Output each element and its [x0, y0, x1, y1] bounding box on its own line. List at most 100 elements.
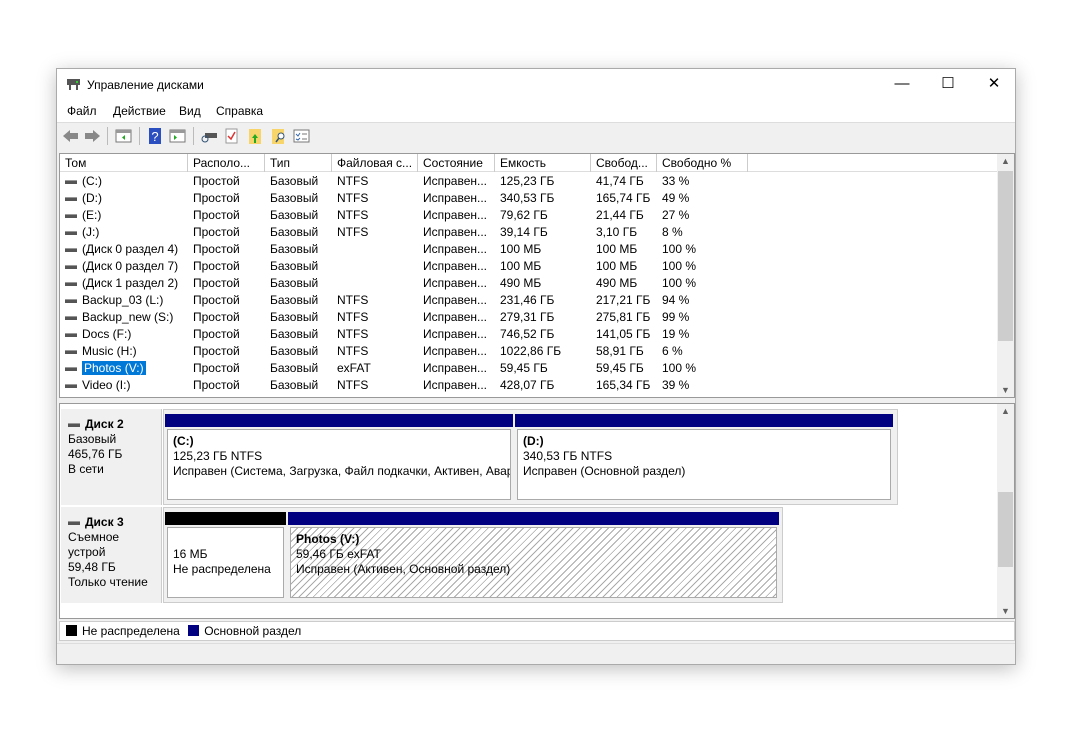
- cell-volume: (C:): [65, 174, 102, 188]
- volume-list-scrollbar[interactable]: ▲ ▼: [997, 154, 1014, 397]
- column-header-filesystem[interactable]: Файловая с...: [332, 154, 418, 172]
- cell: Исправен...: [423, 174, 488, 188]
- help-icon[interactable]: ?: [147, 128, 164, 144]
- cell: 340,53 ГБ: [500, 191, 555, 205]
- cell: Базовый: [270, 259, 319, 273]
- cell: Базовый: [270, 361, 319, 375]
- volume-row[interactable]: Backup_new (S:) Простой Базовый NTFS Исправе…: [60, 309, 998, 326]
- cell: 58,91 ГБ: [596, 344, 644, 358]
- cell: Исправен...: [423, 310, 488, 324]
- volume-row[interactable]: (J:) Простой Базовый NTFS Исправен... 39,14 Г…: [60, 224, 998, 241]
- cell: 165,34 ГБ: [596, 378, 651, 392]
- cell-volume: Video (I:): [65, 378, 130, 392]
- close-button[interactable]: ✕: [971, 69, 1017, 99]
- cell: 1022,86 ГБ: [500, 344, 562, 358]
- volume-row[interactable]: (Диск 1 раздел 2) Простой Базовый Исправен.…: [60, 275, 998, 292]
- action-pane-icon[interactable]: [169, 128, 186, 144]
- partition-c[interactable]: (C:) 125,23 ГБ NTFS Исправен (Система, Заг…: [165, 414, 513, 502]
- cell: Простой: [193, 259, 240, 273]
- cell: exFAT: [337, 361, 371, 375]
- minimize-button[interactable]: —: [879, 69, 925, 99]
- folder-search-icon[interactable]: [270, 128, 287, 144]
- menu-file[interactable]: Файл: [67, 104, 97, 118]
- back-icon[interactable]: [62, 128, 79, 144]
- cell: Исправен...: [423, 276, 488, 290]
- cell: 79,62 ГБ: [500, 208, 548, 222]
- disk-management-icon: [67, 79, 80, 90]
- cell: Исправен...: [423, 378, 488, 392]
- cell: 100 %: [662, 242, 697, 256]
- cell: Базовый: [270, 191, 319, 205]
- volume-row[interactable]: (E:) Простой Базовый NTFS Исправен... 79,62 Г…: [60, 207, 998, 224]
- volume-icon: [65, 281, 77, 286]
- volume-row[interactable]: Docs (F:) Простой Базовый NTFS Исправен... 74…: [60, 326, 998, 343]
- volume-row[interactable]: Photos (V:) Простой Базовый exFAT Исправен..…: [60, 360, 998, 377]
- status-bar: [57, 643, 1015, 664]
- volume-row[interactable]: (D:) Простой Базовый NTFS Исправен... 340,53 …: [60, 190, 998, 207]
- partition-photos[interactable]: Photos (V:) 59,46 ГБ exFAT Исправен (Актив…: [288, 512, 779, 600]
- cell: 100 МБ: [596, 259, 638, 273]
- cell: Простой: [193, 310, 240, 324]
- cell: Исправен...: [423, 225, 488, 239]
- check-icon[interactable]: [223, 128, 240, 144]
- unallocated-space[interactable]: 16 МБ Не распределена: [165, 512, 286, 600]
- connect-disk-icon[interactable]: [201, 128, 218, 144]
- toolbar: ?: [57, 122, 1015, 149]
- properties-icon[interactable]: [293, 128, 310, 144]
- forward-icon[interactable]: [84, 128, 101, 144]
- folder-up-icon[interactable]: [247, 128, 264, 144]
- cell: 100 %: [662, 276, 697, 290]
- cell-volume: Backup_new (S:): [65, 310, 173, 324]
- volume-row[interactable]: Backup_03 (L:) Простой Базовый NTFS Исправен…: [60, 292, 998, 309]
- disk-icon: [68, 422, 80, 427]
- disk-3-partitions: 16 МБ Не распределена Photos (V:) 59,46 ГБ…: [163, 507, 783, 603]
- column-header-status[interactable]: Состояние: [418, 154, 495, 172]
- partition-size: 16 МБ: [173, 547, 208, 561]
- cell: 3,10 ГБ: [596, 225, 638, 239]
- disk-state: В сети: [68, 462, 104, 476]
- cell: 279,31 ГБ: [500, 310, 555, 324]
- column-header-type[interactable]: Тип: [265, 154, 332, 172]
- cell: NTFS: [337, 174, 369, 188]
- cell: 217,21 ГБ: [596, 293, 651, 307]
- volume-row[interactable]: (Диск 0 раздел 7) Простой Базовый Исправен.…: [60, 258, 998, 275]
- volume-name: Docs (F:): [82, 327, 132, 341]
- column-header-free-percent[interactable]: Свободно %: [657, 154, 748, 172]
- cell: Простой: [193, 191, 240, 205]
- cell: Базовый: [270, 344, 319, 358]
- volume-icon: [65, 332, 77, 337]
- cell: Исправен...: [423, 259, 488, 273]
- volume-icon: [65, 349, 77, 354]
- column-header-capacity[interactable]: Емкость: [495, 154, 591, 172]
- window-title: Управление дисками: [87, 78, 204, 92]
- partition-d[interactable]: (D:) 340,53 ГБ NTFS Исправен (Основной раз…: [515, 414, 893, 502]
- disk-3-label[interactable]: Диск 3 Съемное устрой 59,48 ГБ Только чт…: [61, 507, 162, 603]
- cell: Простой: [193, 327, 240, 341]
- disk-view-scrollbar[interactable]: ▲ ▼: [997, 404, 1014, 618]
- maximize-button[interactable]: ☐: [925, 69, 971, 99]
- volume-name: Backup_new (S:): [82, 310, 174, 324]
- cell: Исправен...: [423, 208, 488, 222]
- cell: 21,44 ГБ: [596, 208, 644, 222]
- disk-2-label[interactable]: Диск 2 Базовый 465,76 ГБ В сети: [61, 409, 162, 505]
- volume-icon: [65, 213, 77, 218]
- cell: 6 %: [662, 344, 683, 358]
- volume-row[interactable]: (Диск 0 раздел 4) Простой Базовый Исправен.…: [60, 241, 998, 258]
- column-header-layout[interactable]: Располо...: [188, 154, 265, 172]
- disk-icon: [68, 520, 80, 525]
- volume-row[interactable]: Music (H:) Простой Базовый NTFS Исправен... 1…: [60, 343, 998, 360]
- cell: NTFS: [337, 225, 369, 239]
- cell: Базовый: [270, 276, 319, 290]
- console-tree-icon[interactable]: [115, 128, 132, 144]
- cell: 100 МБ: [500, 242, 542, 256]
- column-header-volume[interactable]: Том: [60, 154, 188, 172]
- menu-help[interactable]: Справка: [216, 104, 263, 118]
- menu-action[interactable]: Действие: [113, 104, 166, 118]
- volume-row[interactable]: (C:) Простой Базовый NTFS Исправен... 125,23 …: [60, 173, 998, 190]
- volume-name: (C:): [82, 174, 102, 188]
- menu-view[interactable]: Вид: [179, 104, 201, 118]
- cell: 125,23 ГБ: [500, 174, 555, 188]
- column-header-free[interactable]: Свобод...: [591, 154, 657, 172]
- cell: Простой: [193, 361, 240, 375]
- volume-row[interactable]: Video (I:) Простой Базовый NTFS Исправен... 4…: [60, 377, 998, 394]
